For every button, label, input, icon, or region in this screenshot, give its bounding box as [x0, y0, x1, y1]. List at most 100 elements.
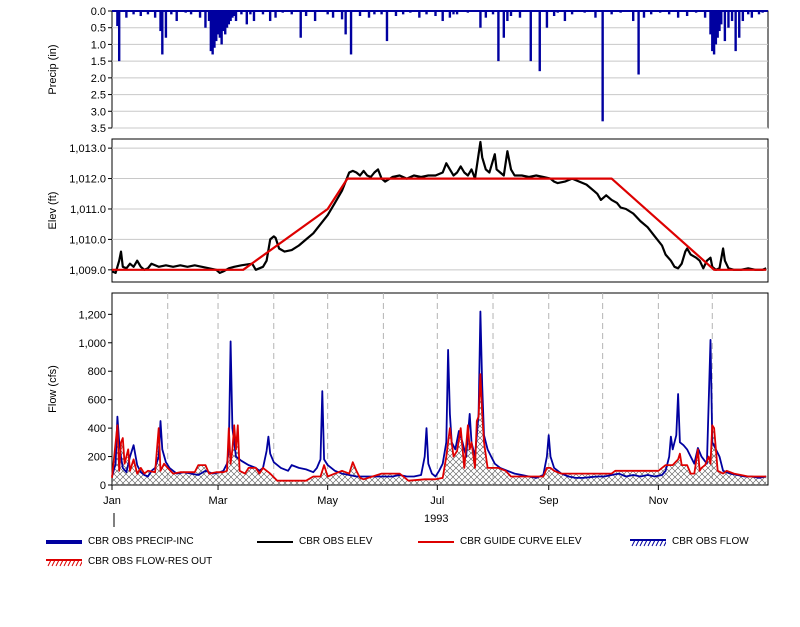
precip-bar	[484, 11, 488, 18]
precip-ytick-label: 2.0	[91, 73, 106, 85]
precip-ytick-label: 0.5	[91, 23, 106, 35]
precip-bar	[545, 11, 549, 28]
precip-bar	[117, 11, 121, 62]
precip-bar	[723, 11, 727, 42]
precip-bar	[741, 11, 745, 22]
precip-bar	[694, 11, 698, 13]
precip-bar	[747, 11, 750, 15]
precip-bar	[518, 11, 522, 18]
precip-bar	[304, 11, 308, 17]
precip-bar	[734, 11, 737, 52]
precip-bar	[340, 11, 344, 20]
flow-ytick-label: 0	[100, 480, 106, 492]
flow-xtick-label: Jul	[430, 495, 444, 507]
elev-ytick-label: 1,012.0	[69, 174, 106, 186]
precip-bar	[583, 11, 586, 13]
precip-bar	[299, 11, 302, 38]
precip-bar	[676, 11, 680, 18]
precip-bar	[563, 11, 567, 22]
x-axis-year-label: 1993	[424, 513, 449, 525]
precip-bar	[349, 11, 353, 55]
precip-bar	[380, 11, 383, 15]
flow-ytick-label: 600	[88, 395, 106, 407]
chart-legend: CBR OBS PRECIP-INC CBR OBS ELEV CBR GUIDE …	[0, 532, 800, 582]
precip-bar	[175, 11, 178, 22]
precip-bar	[132, 11, 135, 15]
legend-label: CBR OBS ELEV	[299, 536, 373, 547]
precip-bar	[234, 11, 238, 22]
flow-xtick-label: Mar	[209, 495, 228, 507]
precip-bar	[448, 11, 452, 18]
precip-ytick-label: 3.5	[91, 123, 106, 135]
precip-bar	[261, 11, 265, 15]
precip-bar	[170, 11, 173, 15]
precip-bar	[649, 11, 653, 15]
precip-bar	[367, 11, 371, 18]
precip-ytick-label: 1.0	[91, 39, 106, 51]
precip-bar	[409, 11, 412, 13]
precip-bar	[268, 11, 272, 22]
precip-bar	[452, 11, 455, 15]
precip-bar	[727, 11, 730, 28]
legend-swatch	[46, 539, 82, 544]
elev-panel: 1,009.0 1,010.0 1,011.0 1,012.0 1,013.0 Elev …	[47, 138, 769, 283]
precip-bar	[274, 11, 277, 18]
flow-ytick-label: 400	[88, 423, 106, 435]
elev-ytick-label: 1,011.0	[70, 204, 106, 216]
precip-bar	[189, 11, 193, 15]
legend-item: CBR OBS FLOW	[630, 536, 749, 547]
precip-bar	[146, 11, 150, 15]
legend-swatch	[418, 540, 454, 543]
precip-bar	[125, 11, 128, 18]
precip-bar	[703, 11, 707, 18]
precip-bar	[479, 11, 482, 28]
precip-panel: 0.0 0.5 1.0 1.5 2.0 2.5 3.0 3.5 Precip (in)	[47, 6, 769, 135]
precip-bar	[757, 11, 761, 15]
legend-swatch	[257, 540, 293, 543]
flow-ytick-label: 200	[88, 452, 106, 464]
precip-bar	[455, 11, 459, 15]
precip-bar	[161, 11, 164, 55]
precip-bar	[313, 11, 317, 22]
flow-xtick-label: Jan	[103, 495, 121, 507]
precip-bar	[491, 11, 495, 15]
flow-ytick-label: 1,000	[78, 338, 106, 350]
precip-bar	[331, 11, 335, 18]
precip-bar	[529, 11, 532, 62]
legend-item: CBR OBS FLOW-RES OUT	[46, 556, 212, 567]
precip-bar	[240, 11, 243, 15]
precip-bar	[164, 11, 168, 38]
elev-ytick-label: 1,009.0	[69, 265, 106, 277]
legend-item: CBR OBS PRECIP-INC	[46, 536, 194, 547]
flow-xtick-label: Nov	[649, 495, 669, 507]
legend-item: CBR GUIDE CURVE ELEV	[418, 536, 582, 547]
precip-bar	[685, 11, 689, 17]
precip-ytick-label: 0.0	[91, 6, 106, 18]
legend-label: CBR OBS FLOW-RES OUT	[88, 556, 213, 567]
precip-bar	[198, 11, 202, 18]
precip-bar	[556, 11, 559, 13]
flow-ytick-label: 1,200	[78, 309, 106, 321]
legend-label: CBR OBS PRECIP-INC	[88, 536, 194, 547]
precip-bar	[502, 11, 506, 38]
precip-ytick-label: 1.5	[91, 56, 106, 68]
precip-bar	[252, 11, 256, 22]
precip-bar	[326, 11, 329, 15]
precip-bar	[610, 11, 613, 15]
precip-bar	[730, 11, 734, 22]
elev-ytick-label: 1,010.0	[69, 234, 106, 246]
precip-bar	[204, 11, 207, 28]
precip-ytick-label: 2.5	[91, 90, 106, 102]
precip-bar	[720, 11, 723, 25]
precip-bar	[538, 11, 541, 72]
flow-xtick-label: May	[317, 495, 338, 507]
precip-bar	[290, 11, 293, 15]
precip-bar	[139, 11, 142, 17]
precip-bar	[358, 11, 362, 17]
flow-ytick-label: 800	[88, 366, 106, 378]
precip-bar	[344, 11, 347, 35]
precip-bar	[658, 11, 662, 13]
legend-label: CBR OBS FLOW	[672, 536, 749, 547]
precip-bar	[184, 11, 187, 13]
precip-bar	[594, 11, 597, 18]
